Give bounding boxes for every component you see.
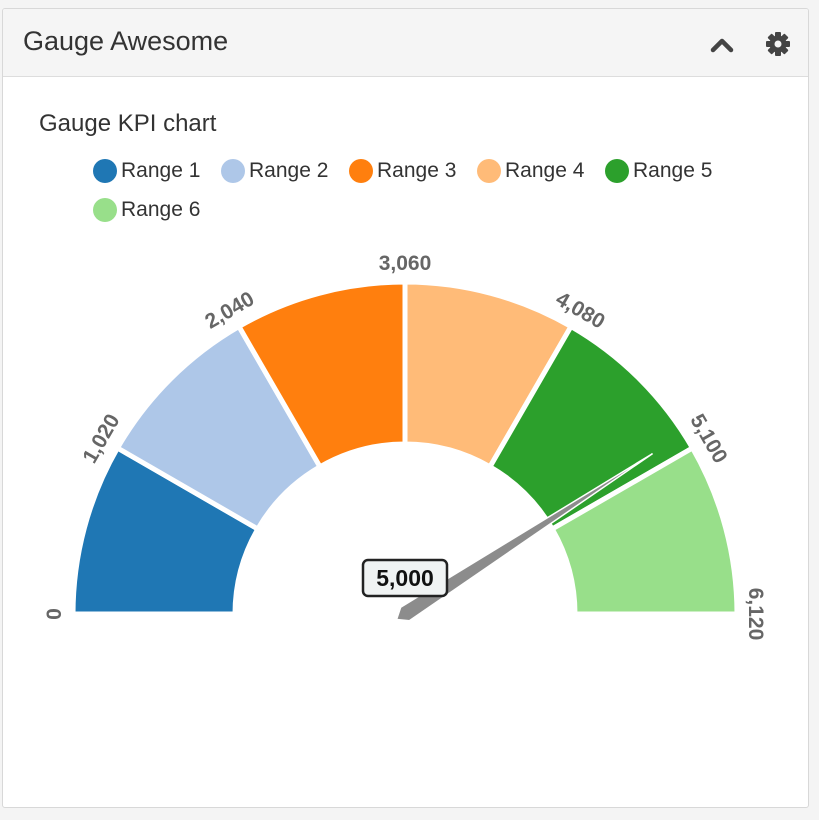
- gauge-tick-label: 0: [43, 608, 66, 620]
- gauge-chart: 01,0202,0403,0604,0805,1006,1205,000: [43, 252, 767, 641]
- gauge-tick-label: 3,060: [379, 252, 432, 275]
- gauge-value-label: 5,000: [376, 565, 434, 591]
- gauge-tick-label: 6,120: [744, 588, 767, 641]
- gauge-panel: Gauge Awesome Gauge KPI chart Range 1 Ra…: [2, 8, 809, 808]
